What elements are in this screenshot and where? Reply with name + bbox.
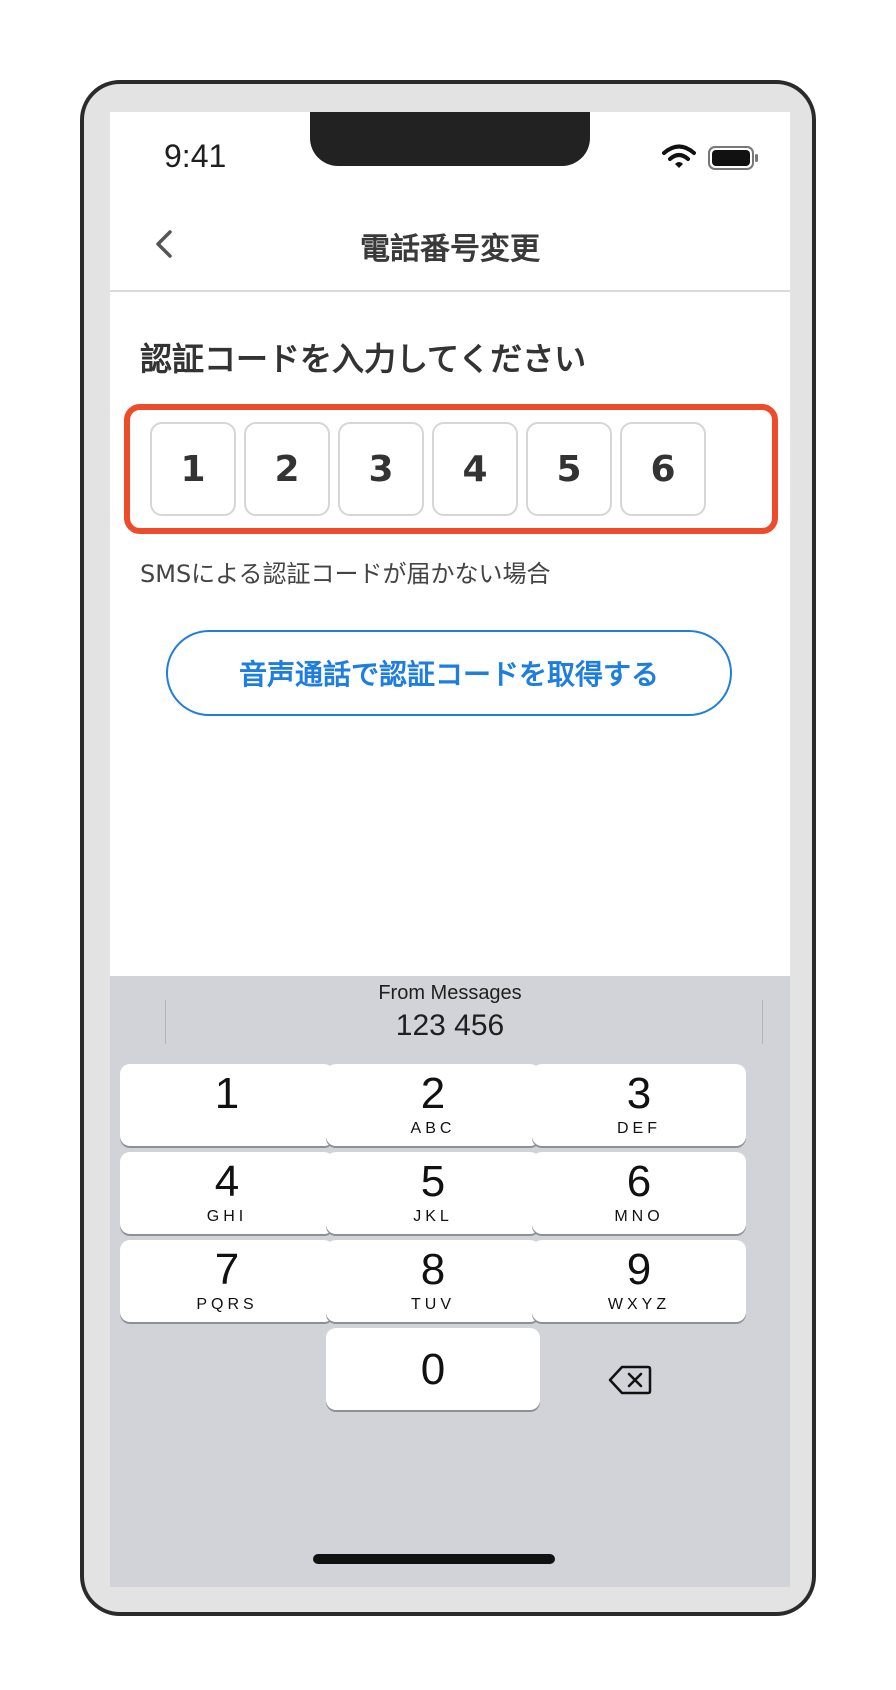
key-letters: MNO: [614, 1208, 664, 1225]
suggestion-source: From Messages: [378, 982, 522, 1004]
key-letters: ABC: [410, 1120, 456, 1137]
suggestion-code: 123 456: [395, 1009, 505, 1042]
otp-digit-box[interactable]: 1: [150, 422, 236, 516]
key-letters: DEF: [617, 1120, 661, 1137]
otp-digit-box[interactable]: 5: [526, 422, 612, 516]
key-letters: TUV: [411, 1296, 455, 1313]
autofill-suggestion[interactable]: From Messages 123 456: [270, 982, 630, 1043]
notch: [310, 112, 590, 166]
key-digit: 0: [420, 1345, 446, 1394]
key-3[interactable]: 3 DEF: [532, 1064, 746, 1146]
key-digit: 7: [214, 1245, 240, 1294]
key-7[interactable]: 7 PQRS: [120, 1240, 334, 1322]
key-digit: 1: [214, 1069, 240, 1118]
key-2[interactable]: 2 ABC: [326, 1064, 540, 1146]
page-title: 電話番号変更: [360, 232, 540, 267]
suggestion-divider: [165, 1000, 166, 1044]
key-digit: 6: [626, 1157, 652, 1206]
wifi-icon: [662, 144, 696, 168]
code-prompt: 認証コードを入力してください: [140, 340, 587, 378]
sms-help-text: SMSによる認証コードが届かない場合: [140, 560, 551, 588]
battery-icon: [708, 146, 758, 170]
voice-call-button[interactable]: 音声通話で認証コードを取得する: [166, 630, 732, 716]
phone-screen: 9:41 電話番号変更 認証コードを入力してください 1 2 3 4 5 6 S…: [110, 112, 790, 1587]
otp-digit-box[interactable]: 4: [432, 422, 518, 516]
key-letters: PQRS: [196, 1296, 258, 1313]
key-4[interactable]: 4 GHI: [120, 1152, 334, 1234]
key-digit: 5: [420, 1157, 446, 1206]
key-letters: GHI: [206, 1208, 248, 1225]
key-9[interactable]: 9 WXYZ: [532, 1240, 746, 1322]
numeric-keyboard: From Messages 123 456 1 2 ABC 3 DEF 4 GH…: [110, 976, 790, 1587]
key-letters: JKL: [413, 1208, 453, 1225]
key-digit: 9: [626, 1245, 652, 1294]
nav-bar: 電話番号変更: [110, 202, 790, 292]
otp-digit-box[interactable]: 6: [620, 422, 706, 516]
home-indicator: [313, 1554, 555, 1564]
status-time: 9:41: [164, 138, 227, 174]
key-digit: 8: [420, 1245, 446, 1294]
key-digit: 4: [214, 1157, 240, 1206]
key-digit: 3: [626, 1069, 652, 1118]
key-letters: WXYZ: [607, 1296, 671, 1313]
suggestion-divider: [762, 1000, 763, 1044]
otp-digit-box[interactable]: 3: [338, 422, 424, 516]
otp-digit-box[interactable]: 2: [244, 422, 330, 516]
key-8[interactable]: 8 TUV: [326, 1240, 540, 1322]
key-5[interactable]: 5 JKL: [326, 1152, 540, 1234]
delete-key[interactable]: [580, 1350, 680, 1410]
backspace-icon: [608, 1365, 652, 1395]
key-1[interactable]: 1: [120, 1064, 334, 1146]
key-6[interactable]: 6 MNO: [532, 1152, 746, 1234]
key-digit: 2: [420, 1069, 446, 1118]
key-0[interactable]: 0: [326, 1328, 540, 1410]
